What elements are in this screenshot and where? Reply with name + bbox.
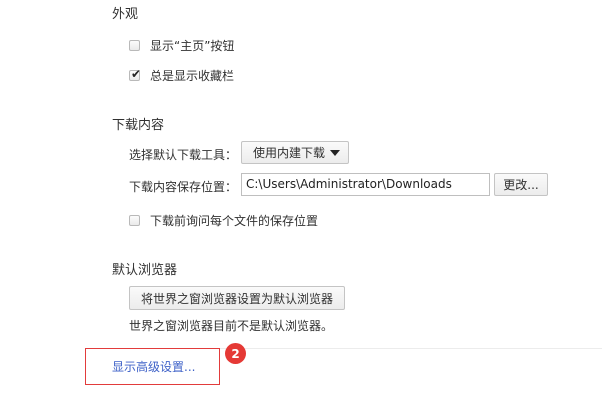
show-home-button-option[interactable]: 显示“主页”按钮 (129, 37, 234, 53)
show-bookmarks-label: 总是显示收藏栏 (150, 68, 235, 83)
show-home-checkbox[interactable] (129, 39, 140, 51)
show-home-label: 显示“主页”按钮 (150, 38, 235, 53)
default-browser-status: 世界之窗浏览器目前不是默认浏览器。 (129, 319, 334, 333)
download-tool-label: 选择默认下载工具： (129, 148, 238, 162)
set-default-browser-button[interactable]: 将世界之窗浏览器设置为默认浏览器 (129, 286, 345, 310)
download-location-field[interactable]: C:\Users\Administrator\Downloads (241, 173, 490, 196)
show-advanced-settings-link[interactable]: 显示高级设置... (112, 358, 195, 375)
dropdown-arrow-icon (330, 150, 340, 156)
checkmark-icon: ✔ (131, 66, 142, 81)
appearance-heading: 外观 (112, 7, 139, 22)
download-tool-select[interactable]: 使用内建下载 (241, 141, 349, 164)
show-bookmarks-checkbox[interactable]: ✔ (129, 66, 142, 81)
settings-page: 外观 显示“主页”按钮 ✔ 总是显示收藏栏 下载内容 选择默认下载工具： 使用内… (0, 0, 602, 398)
ask-before-download-option[interactable]: 下载前询问每个文件的保存位置 (129, 212, 318, 228)
downloads-heading: 下载内容 (112, 118, 165, 133)
ask-before-label: 下载前询问每个文件的保存位置 (150, 213, 319, 228)
download-location-label: 下载内容保存位置： (129, 180, 238, 194)
show-bookmarks-bar-option[interactable]: ✔ 总是显示收藏栏 (129, 67, 234, 83)
default-browser-heading: 默认浏览器 (112, 263, 178, 278)
download-tool-value: 使用内建下载 (253, 146, 326, 160)
step-number-badge: 2 (225, 343, 246, 364)
ask-before-checkbox[interactable] (129, 214, 140, 226)
change-location-button[interactable]: 更改... (494, 173, 548, 196)
